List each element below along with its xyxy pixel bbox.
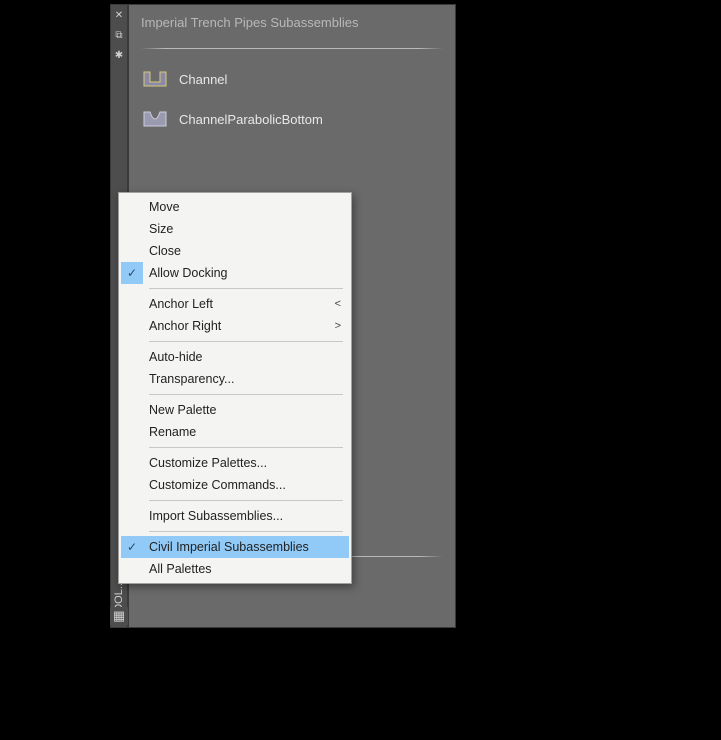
menu-item-customize-commands[interactable]: Customize Commands... — [121, 474, 349, 496]
menu-item-label: All Palettes — [149, 562, 212, 576]
menu-item-label: New Palette — [149, 403, 216, 417]
menu-item-anchor-left[interactable]: Anchor Left < — [121, 293, 349, 315]
menu-item-label: Civil Imperial Subassemblies — [149, 540, 309, 554]
divider — [141, 48, 443, 49]
menu-item-customize-palettes[interactable]: Customize Palettes... — [121, 452, 349, 474]
menu-item-label: Allow Docking — [149, 266, 228, 280]
menu-separator — [149, 531, 343, 532]
menu-item-label: Customize Palettes... — [149, 456, 267, 470]
menu-separator — [149, 447, 343, 448]
menu-separator — [149, 341, 343, 342]
submenu-arrow-icon: < — [329, 298, 341, 310]
menu-item-new-palette[interactable]: New Palette — [121, 399, 349, 421]
check-icon: ✓ — [121, 262, 143, 284]
menu-item-transparency[interactable]: Transparency... — [121, 368, 349, 390]
options-icon[interactable]: ▦ — [110, 607, 128, 625]
menu-item-close[interactable]: Close — [121, 240, 349, 262]
subassembly-icon — [141, 67, 169, 91]
check-icon: ✓ — [121, 536, 143, 558]
menu-item-label: Transparency... — [149, 372, 234, 386]
subassembly-icon — [141, 107, 169, 131]
menu-item-label: Move — [149, 200, 180, 214]
menu-item-move[interactable]: Move — [121, 196, 349, 218]
close-icon[interactable]: ✕ — [115, 11, 123, 21]
palette-item[interactable]: ChannelParabolicBottom — [141, 107, 443, 131]
menu-item-rename[interactable]: Rename — [121, 421, 349, 443]
menu-item-size[interactable]: Size — [121, 218, 349, 240]
menu-separator — [149, 394, 343, 395]
menu-item-import-subassemblies[interactable]: Import Subassemblies... — [121, 505, 349, 527]
menu-separator — [149, 500, 343, 501]
menu-item-label: Close — [149, 244, 181, 258]
menu-item-auto-hide[interactable]: Auto-hide — [121, 346, 349, 368]
menu-item-all-palettes[interactable]: All Palettes — [121, 558, 349, 580]
palette-item[interactable]: Channel — [141, 67, 443, 91]
palette-item-label: ChannelParabolicBottom — [179, 112, 323, 127]
context-menu: MoveSizeClose✓Allow DockingAnchor Left<A… — [118, 192, 352, 584]
menu-item-label: Import Subassemblies... — [149, 509, 283, 523]
menu-item-allow-docking[interactable]: ✓ Allow Docking — [121, 262, 349, 284]
palette-header: Imperial Trench Pipes Subassemblies — [141, 15, 443, 36]
palette-item-label: Channel — [179, 72, 227, 87]
menu-item-label: Anchor Right — [149, 319, 221, 333]
auto-hide-icon[interactable]: ⧉ — [115, 31, 122, 41]
menu-item-label: Auto-hide — [149, 350, 203, 364]
menu-item-anchor-right[interactable]: Anchor Right > — [121, 315, 349, 337]
menu-separator — [149, 288, 343, 289]
menu-item-label: Rename — [149, 425, 196, 439]
menu-item-label: Anchor Left — [149, 297, 213, 311]
menu-item-label: Size — [149, 222, 173, 236]
menu-item-label: Customize Commands... — [149, 478, 286, 492]
properties-icon[interactable]: ✱ — [115, 51, 123, 61]
submenu-arrow-icon: > — [329, 320, 341, 332]
menu-item-civil-imperial-subassemblies[interactable]: ✓ Civil Imperial Subassemblies — [121, 536, 349, 558]
